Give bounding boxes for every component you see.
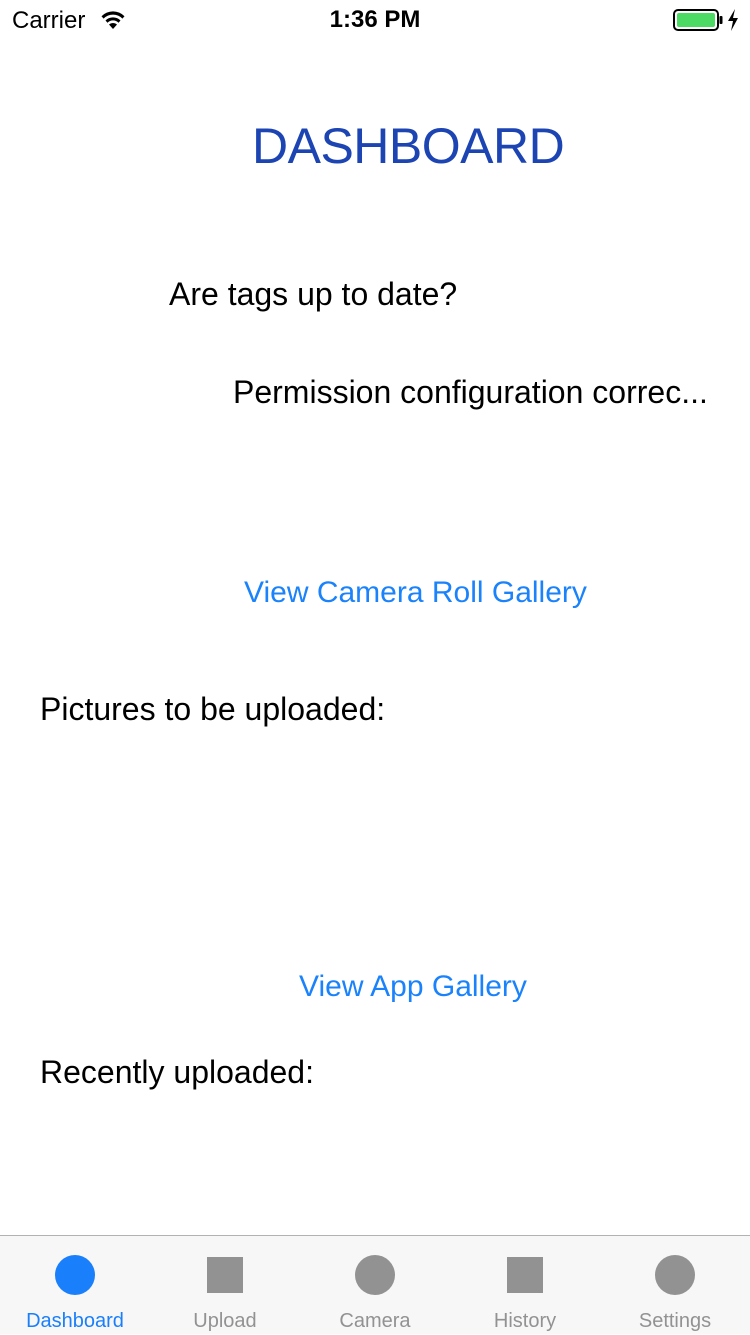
battery-icon: [673, 9, 723, 31]
tab-bar: Dashboard Upload Camera History Settings: [0, 1235, 750, 1334]
square-icon: [507, 1257, 543, 1293]
tab-label: Upload: [193, 1310, 257, 1332]
recently-uploaded-label: Recently uploaded:: [40, 1054, 314, 1090]
charging-bolt-icon: [728, 9, 738, 31]
page-title: DASHBOARD: [252, 118, 565, 174]
circle-icon: [55, 1255, 95, 1295]
tags-status-label: Are tags up to date?: [169, 276, 458, 312]
pictures-to-upload-label: Pictures to be uploaded:: [40, 691, 386, 727]
tab-label: History: [493, 1310, 557, 1332]
tab-label: Dashboard: [26, 1310, 124, 1332]
tab-history[interactable]: History: [450, 1236, 600, 1335]
view-camera-roll-gallery-button[interactable]: View Camera Roll Gallery: [244, 574, 587, 612]
tab-settings[interactable]: Settings: [600, 1236, 750, 1335]
tab-camera[interactable]: Camera: [300, 1236, 450, 1335]
square-icon: [207, 1257, 243, 1293]
tab-label: Settings: [638, 1310, 712, 1332]
status-time: 1:36 PM: [329, 6, 421, 33]
circle-icon: [355, 1255, 395, 1295]
status-bar: Carrier 1:36 PM: [0, 0, 750, 40]
tab-label: Camera: [339, 1310, 411, 1332]
view-app-gallery-button[interactable]: View App Gallery: [299, 968, 527, 1006]
tab-dashboard[interactable]: Dashboard: [0, 1236, 150, 1335]
permission-status-label: Permission configuration correc...: [233, 374, 708, 410]
tab-upload[interactable]: Upload: [150, 1236, 300, 1335]
circle-icon: [655, 1255, 695, 1295]
